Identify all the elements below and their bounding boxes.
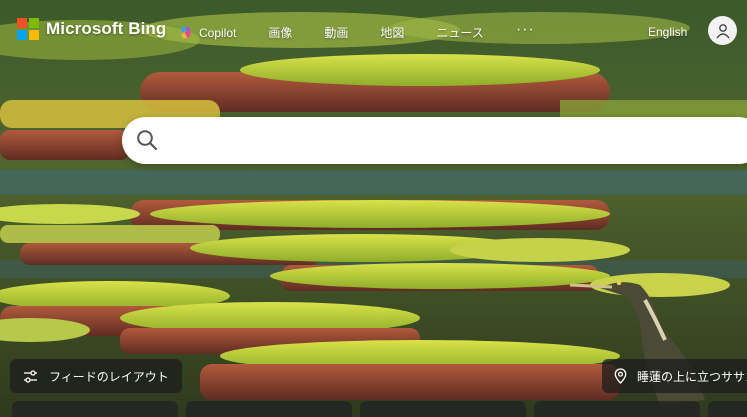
search-icon [137, 130, 158, 151]
image-info-button[interactable]: 睡蓮の上に立つササゴイ [602, 359, 747, 393]
news-card[interactable] [186, 401, 352, 417]
nav-item-copilot[interactable]: Copilot [178, 25, 236, 40]
nav-item-more[interactable]: ··· [516, 21, 535, 37]
nav-label-news: ニュース [436, 26, 484, 40]
news-feed-strip [0, 401, 747, 417]
nav-label-videos: 動画 [324, 26, 349, 40]
feed-layout-button[interactable]: フィードのレイアウト [10, 359, 182, 393]
nav-item-news[interactable]: ニュース [436, 24, 483, 41]
logo-text: Microsoft Bing [46, 19, 167, 38]
news-card[interactable] [708, 401, 747, 417]
search-box[interactable] [122, 117, 747, 164]
feed-layout-label: フィードのレイアウト [49, 369, 169, 384]
copilot-icon [180, 26, 191, 39]
top-header: Microsoft Bing Copilot 画像 動画 地図 ニュース ···… [0, 0, 747, 62]
news-card[interactable] [534, 401, 700, 417]
user-icon [715, 23, 730, 38]
sliders-icon [24, 369, 37, 383]
news-card[interactable] [360, 401, 526, 417]
nav-item-maps[interactable]: 地図 [380, 24, 404, 41]
nav-item-videos[interactable]: 動画 [324, 24, 348, 41]
language-switch-link[interactable]: English [648, 25, 687, 39]
nav-label-images: 画像 [268, 26, 293, 40]
bing-logo[interactable]: Microsoft Bing [17, 18, 166, 40]
nav-label-copilot: Copilot [199, 25, 237, 40]
nav-label-maps: 地図 [380, 26, 405, 40]
microsoft-logo-icon [17, 18, 39, 40]
nav-item-images[interactable]: 画像 [268, 24, 292, 41]
more-icon: ··· [515, 20, 535, 38]
background-image [0, 0, 747, 414]
profile-avatar-button[interactable] [708, 16, 737, 45]
top-nav: Copilot 画像 動画 地図 ニュース ··· [178, 21, 535, 41]
search-input[interactable] [170, 127, 734, 156]
news-card[interactable] [12, 401, 178, 417]
image-info-label: 睡蓮の上に立つササゴイ [637, 369, 747, 384]
location-pin-icon [614, 368, 627, 384]
